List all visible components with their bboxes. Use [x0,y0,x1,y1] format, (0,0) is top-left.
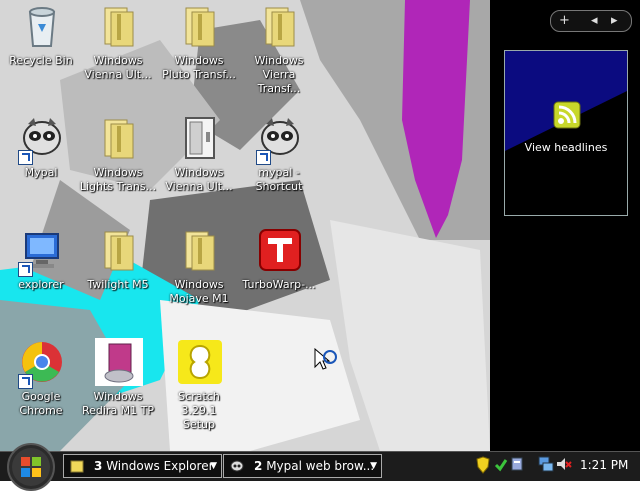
turbowarp-icon [259,229,301,271]
rss-feed-icon [553,101,581,129]
mypal-icon [230,460,244,472]
network-icon[interactable] [538,456,554,472]
desktop-icon-folder[interactable]: Windows Lights Trans... [79,114,157,224]
desktop-icon-explorer[interactable]: explorer [2,226,80,336]
previous-page-button[interactable]: ◂ [591,12,598,29]
icon-label: Windows Vienna Ult... [84,54,152,81]
icon-label: Windows Mojave M1 [169,278,229,305]
desktop-icon-google-chrome[interactable]: Google Chrome [2,338,80,448]
volume-muted-icon[interactable] [556,456,572,472]
installer-icon [95,338,143,386]
folder-icon [104,119,134,159]
folder-icon [185,231,215,271]
scratch-setup-icon [178,340,222,384]
security-shield-icon[interactable] [476,456,490,474]
folder-icon [104,7,134,47]
windows-logo-icon [12,448,50,486]
icon-label: Windows Lights Trans... [79,166,157,193]
usb-device-icon[interactable] [510,456,524,472]
add-gadget-button[interactable]: + [559,12,570,29]
chevron-down-icon: ▼ [370,461,377,471]
icon-label: Windows Vierra Transf... [254,54,304,95]
icon-label: Twilight M5 [87,278,149,291]
folder-icon [70,460,84,473]
icon-label: Windows Redira M1 TP [81,390,155,417]
desktop-icon-folder[interactable]: Windows Vienna Ult... [79,2,157,112]
desktop[interactable]: Recycle Bin Windows Vienna Ult... Window… [0,0,490,451]
desktop-icon-folder[interactable]: Windows Mojave M1 [160,226,238,336]
icon-label: Google Chrome [19,390,63,417]
desktop-icon-recycle-bin[interactable]: Recycle Bin [2,2,80,112]
view-headlines-link[interactable]: View headlines [505,141,627,154]
desktop-icon-scratch-setup[interactable]: Scratch 3.29.1 Setup [160,338,238,448]
feed-headlines-gadget[interactable]: View headlines [504,50,628,216]
desktop-icon-mypal-shortcut[interactable]: mypal - Shortcut [240,114,318,224]
icon-label: explorer [18,278,64,291]
desktop-icon-door[interactable]: Windows Vienna Ult... [160,114,238,224]
shortcut-arrow-icon [256,150,271,165]
window-count: 2 [254,459,263,473]
taskbar-button-label: Windows Explorer [106,459,214,473]
shortcut-arrow-icon [18,262,33,277]
desktop-icon-folder[interactable]: Twilight M5 [79,226,157,336]
desktop-icon-installer[interactable]: Windows Redira M1 TP [79,338,157,448]
icon-label: Scratch 3.29.1 Setup [178,390,220,431]
folder-icon [104,231,134,271]
chevron-down-icon: ▼ [210,461,217,471]
folder-icon [185,7,215,47]
desktop-icon-turbowarp[interactable]: TurboWarp-... [240,226,318,336]
desktop-icon-folder[interactable]: Windows Pluto Transf... [160,2,238,112]
gadget-background [505,51,627,215]
clock[interactable]: 1:21 PM [580,458,628,472]
door-icon [185,117,215,159]
taskbar-button-label: Mypal web brow... [266,459,375,473]
icon-label: Windows Pluto Transf... [162,54,236,81]
next-page-button[interactable]: ▸ [611,12,618,29]
checkmark-icon[interactable] [494,458,508,472]
desktop-icon-mypal[interactable]: Mypal [2,114,80,224]
shortcut-arrow-icon [18,150,33,165]
sidebar-controls: + ◂ ▸ [550,10,632,32]
taskbar-button-mypal[interactable]: 2 Mypal web brow... ▼ [223,454,382,478]
window-count: 3 [94,459,103,473]
icon-label: Windows Vienna Ult... [165,166,233,193]
recycle-bin-icon [28,7,56,47]
mouse-cursor-icon [314,348,337,370]
desktop-icon-folder[interactable]: Windows Vierra Transf... [240,2,318,112]
icon-label: mypal - Shortcut [255,166,303,193]
icon-label: Recycle Bin [9,54,73,67]
icon-label: TurboWarp-... [242,278,316,291]
shortcut-arrow-icon [18,374,33,389]
taskbar-button-windows-explorer[interactable]: 3 Windows Explorer ▼ [63,454,222,478]
start-button[interactable] [7,443,55,491]
folder-icon [265,7,295,47]
icon-label: Mypal [24,166,58,179]
